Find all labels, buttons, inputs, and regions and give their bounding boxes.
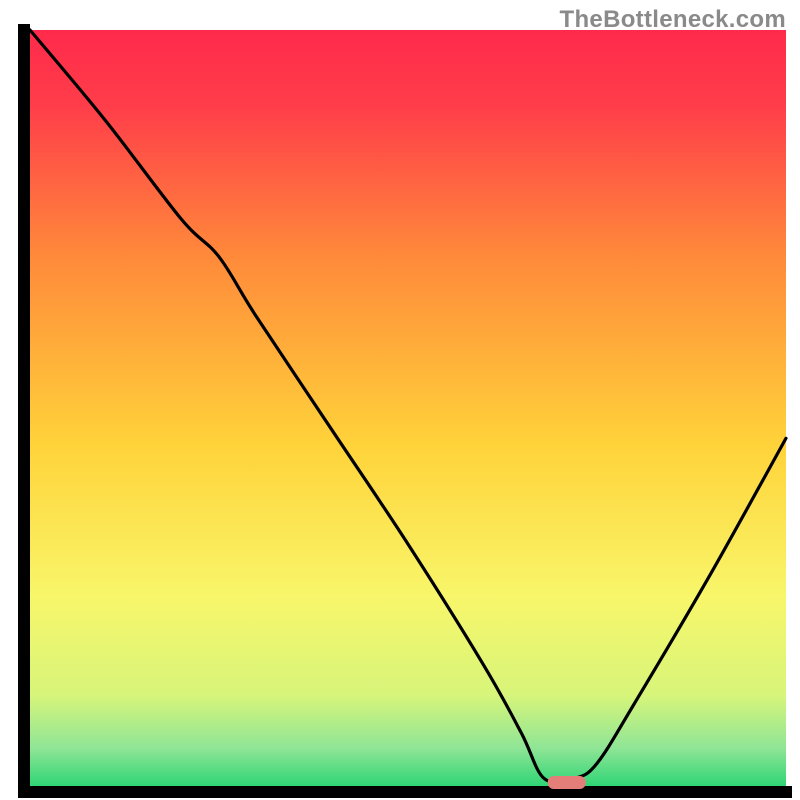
- chart-frame: TheBottleneck.com: [0, 0, 800, 800]
- bottleneck-chart: [0, 0, 800, 800]
- optimal-marker: [548, 776, 586, 789]
- gradient-background: [30, 30, 786, 786]
